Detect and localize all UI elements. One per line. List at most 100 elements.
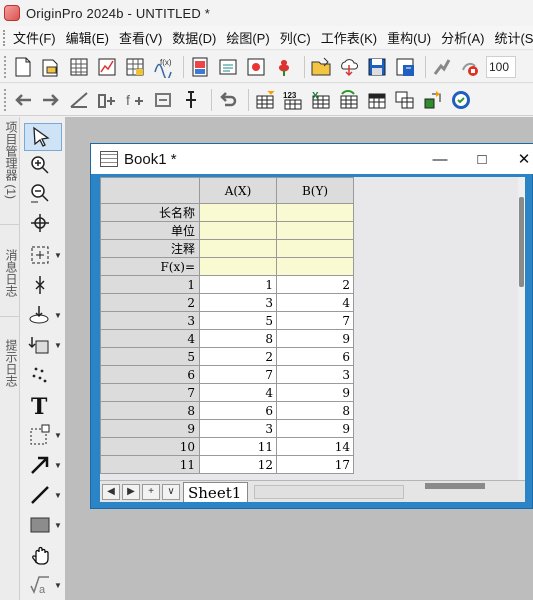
region-tool[interactable]: ▼: [24, 331, 62, 359]
open-cloud-icon[interactable]: [337, 54, 361, 80]
horizontal-scroll-thumb[interactable]: [425, 483, 485, 489]
sheet-tab-sheet1[interactable]: Sheet1: [183, 481, 249, 502]
row-header[interactable]: 9: [100, 419, 200, 438]
sheet-list-icon[interactable]: ∨: [162, 483, 180, 500]
stop-icon[interactable]: [458, 54, 482, 80]
column-header-b[interactable]: B(Y): [276, 177, 354, 204]
row-header[interactable]: 3: [100, 311, 200, 330]
zoom-in-tool[interactable]: [24, 151, 62, 179]
row-header[interactable]: 7: [100, 383, 200, 402]
new-matrix-icon[interactable]: [123, 54, 147, 80]
new-folder-icon[interactable]: [39, 54, 63, 80]
batch-process-icon[interactable]: [430, 54, 454, 80]
worksheet-corner-cell[interactable]: [100, 177, 200, 204]
data-cell[interactable]: 11: [199, 437, 277, 456]
scatter-points-tool[interactable]: [24, 361, 62, 389]
wks-props-icon[interactable]: [365, 87, 389, 113]
add-function-column-icon[interactable]: f: [123, 87, 147, 113]
arrow-left-icon[interactable]: [11, 87, 35, 113]
meta-cell[interactable]: [276, 203, 354, 222]
minimize-icon[interactable]: —: [429, 148, 451, 170]
meta-cell[interactable]: [276, 221, 354, 240]
meta-row-comments[interactable]: 注释: [100, 239, 200, 258]
menu-data[interactable]: 数据(D): [167, 28, 221, 47]
meta-cell[interactable]: [276, 257, 354, 276]
data-selector-tool[interactable]: ▼: [24, 241, 62, 269]
copy-worksheet-icon[interactable]: [393, 87, 417, 113]
row-header[interactable]: 5: [100, 347, 200, 366]
menu-analysis[interactable]: 分析(A): [436, 28, 489, 47]
hint-log-tab[interactable]: 提示日志: [0, 339, 20, 407]
export-icon[interactable]: [421, 87, 445, 113]
meta-cell[interactable]: [199, 203, 277, 222]
vertical-scroll-thumb[interactable]: [519, 197, 524, 287]
row-header[interactable]: 2: [100, 293, 200, 312]
data-cell[interactable]: 3: [276, 365, 354, 384]
row-header[interactable]: 11: [100, 455, 200, 474]
new-function-icon[interactable]: f(x): [151, 54, 175, 80]
data-cell[interactable]: 7: [199, 365, 277, 384]
equation-tool[interactable]: a ▼: [24, 571, 62, 599]
prev-sheet-icon[interactable]: ◀: [102, 483, 120, 500]
data-cell[interactable]: 3: [199, 293, 277, 312]
save-icon[interactable]: [365, 54, 389, 80]
new-project-icon[interactable]: [11, 54, 35, 80]
menu-file[interactable]: 文件(F): [8, 28, 61, 47]
data-cell[interactable]: 3: [199, 419, 277, 438]
data-cell[interactable]: 8: [199, 329, 277, 348]
pointer-tool[interactable]: [24, 123, 62, 151]
import-data-icon[interactable]: [337, 87, 361, 113]
row-numbers-icon[interactable]: 123: [281, 87, 305, 113]
data-cell[interactable]: 17: [276, 455, 354, 474]
add-column-icon[interactable]: [95, 87, 119, 113]
open-icon[interactable]: [309, 54, 333, 80]
import-excel-icon[interactable]: X: [309, 87, 333, 113]
data-cell[interactable]: 12: [199, 455, 277, 474]
new-layout-icon[interactable]: [188, 54, 212, 80]
data-reader-tool[interactable]: [24, 271, 62, 299]
close-icon[interactable]: ✕: [513, 148, 533, 170]
next-sheet-icon[interactable]: ▶: [122, 483, 140, 500]
data-cell[interactable]: 14: [276, 437, 354, 456]
undo-icon[interactable]: [216, 87, 240, 113]
menu-plot[interactable]: 绘图(P): [221, 28, 274, 47]
screen-reader-tool[interactable]: [24, 209, 62, 237]
meta-cell[interactable]: [199, 239, 277, 258]
data-cell[interactable]: 7: [276, 311, 354, 330]
add-sheet-icon[interactable]: +: [142, 483, 160, 500]
data-cell[interactable]: 4: [276, 293, 354, 312]
text-tool[interactable]: T: [24, 391, 62, 419]
add-new-columns-icon[interactable]: [253, 87, 277, 113]
project-explorer-tab[interactable]: 项目管理器 (1): [0, 121, 20, 225]
mask-tool[interactable]: ▼: [24, 301, 62, 329]
data-cell[interactable]: 6: [276, 347, 354, 366]
hand-tool[interactable]: [24, 541, 62, 569]
data-cell[interactable]: 1: [199, 275, 277, 294]
menu-column[interactable]: 列(C): [275, 28, 316, 47]
check-status-icon[interactable]: [449, 87, 473, 113]
set-column-xy-icon[interactable]: [67, 87, 91, 113]
horizontal-scrollbar[interactable]: [254, 484, 405, 499]
rectangle-tool[interactable]: ▼: [24, 511, 62, 539]
meta-row-formula[interactable]: F(x)=: [100, 257, 200, 276]
insert-table-tool[interactable]: ▼: [24, 421, 62, 449]
line-tool[interactable]: ▼: [24, 481, 62, 509]
meta-cell[interactable]: [199, 257, 277, 276]
refresh-icon[interactable]: [151, 87, 175, 113]
data-cell[interactable]: 2: [276, 275, 354, 294]
data-cell[interactable]: 4: [199, 383, 277, 402]
data-cell[interactable]: 6: [199, 401, 277, 420]
data-cell[interactable]: 5: [199, 311, 277, 330]
save-template-icon[interactable]: [393, 54, 417, 80]
data-cell[interactable]: 2: [199, 347, 277, 366]
vertical-scrollbar[interactable]: [518, 177, 525, 480]
menu-worksheet[interactable]: 工作表(K): [316, 28, 382, 47]
meta-row-units[interactable]: 单位: [100, 221, 200, 240]
data-cell[interactable]: 9: [276, 419, 354, 438]
column-header-a[interactable]: A(X): [199, 177, 277, 204]
menu-statistics[interactable]: 统计(S): [489, 28, 533, 47]
arrow-right-icon[interactable]: [39, 87, 63, 113]
row-header[interactable]: 8: [100, 401, 200, 420]
zoom-combo[interactable]: 100: [486, 55, 516, 78]
arrow-tool[interactable]: ▼: [24, 451, 62, 479]
